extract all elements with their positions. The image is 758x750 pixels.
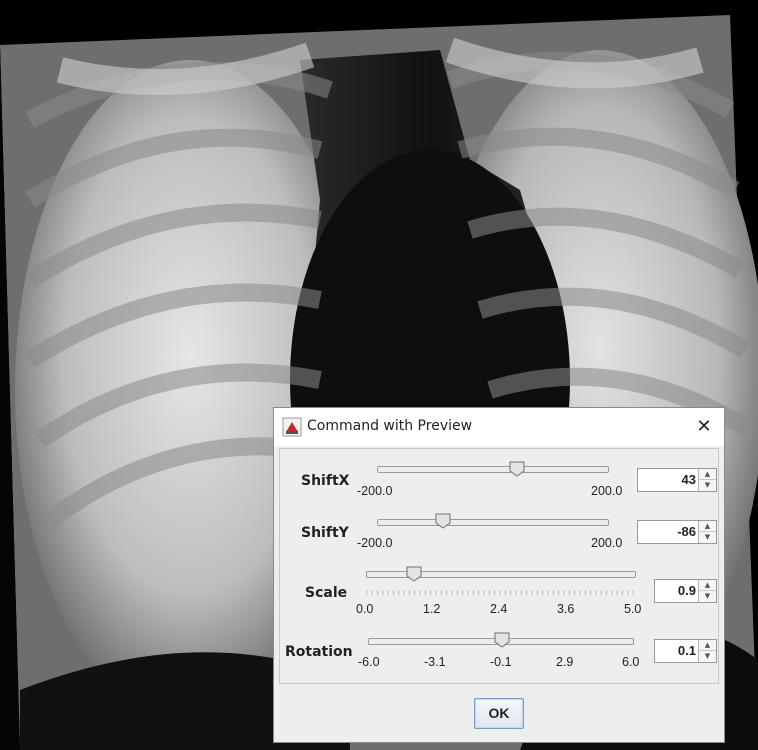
spinner-up-icon[interactable]: ▲	[699, 580, 716, 591]
dialog-title: Command with Preview	[307, 418, 473, 434]
shiftx-max-label: 200.0	[591, 484, 623, 498]
shifty-spinner[interactable]: -86 ▲ ▼	[637, 520, 717, 544]
scale-label: Scale	[305, 585, 348, 601]
rotation-slider-thumb[interactable]	[494, 632, 510, 648]
rotation-tick-label: 6.0	[622, 655, 640, 669]
rotation-tick-label: -6.0	[358, 655, 380, 669]
rotation-tick-label: 2.9	[556, 655, 574, 669]
rotation-label: Rotation	[285, 644, 353, 660]
shifty-slider-track[interactable]	[377, 519, 609, 526]
shiftx-value[interactable]: 43	[682, 472, 696, 487]
shifty-max-label: 200.0	[591, 536, 623, 550]
shiftx-slider-thumb[interactable]	[509, 461, 525, 477]
scale-minor-ticks	[366, 590, 634, 595]
rotation-value[interactable]: 0.1	[678, 643, 696, 658]
shiftx-spinner[interactable]: 43 ▲ ▼	[637, 468, 717, 492]
shiftx-slider-track[interactable]	[377, 466, 609, 473]
rotation-tick-label: -3.1	[424, 655, 446, 669]
shifty-slider-thumb[interactable]	[435, 513, 451, 529]
scale-tick-label: 3.6	[557, 602, 575, 616]
ok-button[interactable]: OK	[474, 698, 524, 729]
scale-tick-label: 2.4	[490, 602, 508, 616]
dialog-titlebar[interactable]: Command with Preview ✕	[274, 408, 724, 446]
close-icon[interactable]: ✕	[692, 415, 716, 439]
spinner-up-icon[interactable]: ▲	[699, 469, 716, 480]
rotation-spinner[interactable]: 0.1 ▲ ▼	[654, 639, 717, 663]
scale-spinner[interactable]: 0.9 ▲ ▼	[654, 579, 717, 603]
scale-slider-thumb[interactable]	[406, 566, 422, 582]
spinner-down-icon[interactable]: ▼	[699, 532, 716, 543]
spinner-down-icon[interactable]: ▼	[699, 480, 716, 491]
rotation-tick-label: -0.1	[490, 655, 512, 669]
spinner-up-icon[interactable]: ▲	[699, 521, 716, 532]
command-preview-dialog: Command with Preview ✕ ShiftX -200.0 200…	[273, 407, 725, 743]
shiftx-min-label: -200.0	[357, 484, 393, 498]
shifty-value[interactable]: -86	[677, 524, 696, 539]
shiftx-label: ShiftX	[301, 473, 350, 489]
spinner-down-icon[interactable]: ▼	[699, 651, 716, 662]
controls-panel: ShiftX -200.0 200.0 43 ▲ ▼ ShiftY -200.0…	[279, 448, 719, 684]
java-app-icon	[282, 417, 302, 437]
spinner-up-icon[interactable]: ▲	[699, 640, 716, 651]
shifty-min-label: -200.0	[357, 536, 393, 550]
spinner-down-icon[interactable]: ▼	[699, 591, 716, 602]
scale-tick-label: 0.0	[356, 602, 374, 616]
shifty-label: ShiftY	[301, 525, 349, 541]
scale-value[interactable]: 0.9	[678, 583, 696, 598]
scale-tick-label: 1.2	[423, 602, 441, 616]
scale-tick-label: 5.0	[624, 602, 642, 616]
